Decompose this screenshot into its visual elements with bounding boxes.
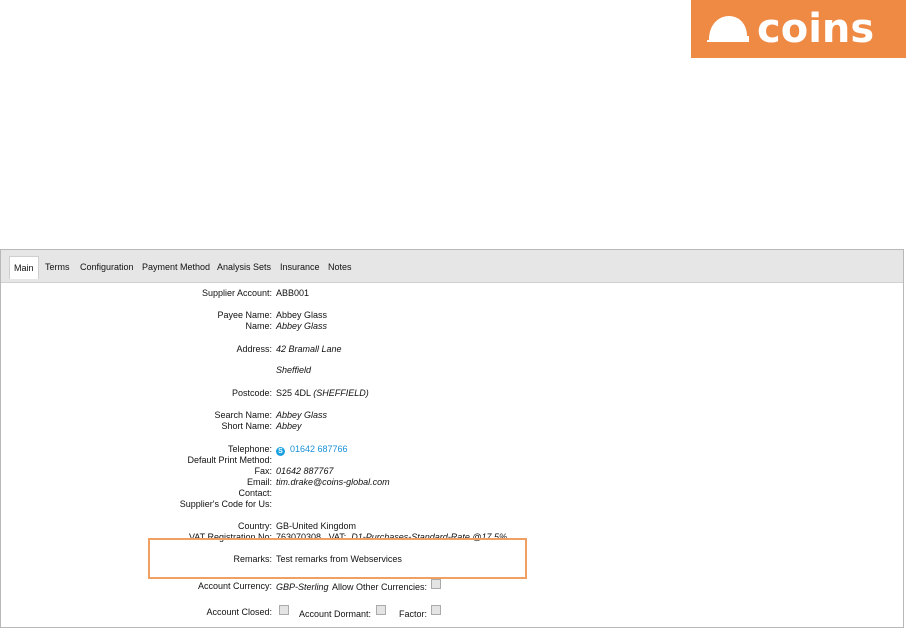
tab-main[interactable]: Main — [9, 256, 39, 279]
account-closed-label: Account Closed: — [206, 607, 272, 617]
account-currency-label: Account Currency: — [197, 581, 272, 591]
search-name-label: Search Name: — [214, 410, 272, 420]
tab-configuration[interactable]: Configuration — [76, 256, 138, 278]
supplier-account-value: ABB001 — [276, 288, 310, 298]
fax-label: Fax: — [254, 466, 272, 476]
logo-text: coins — [757, 6, 875, 52]
address-line1: 42 Bramall Lane — [276, 344, 342, 354]
country-value: GB-United Kingdom — [276, 521, 357, 531]
allow-other-currencies-checkbox[interactable] — [431, 579, 441, 589]
email-label: Email: — [246, 477, 272, 487]
address-line2: Sheffield — [276, 365, 312, 375]
name-label: Name: — [245, 321, 272, 331]
tab-notes[interactable]: Notes — [324, 256, 356, 278]
allow-other-currencies-label: Allow Other Currencies: — [332, 582, 428, 592]
supplier-account-label: Supplier Account: — [201, 288, 272, 298]
tab-insurance[interactable]: Insurance — [276, 256, 324, 278]
tab-analysis-sets[interactable]: Analysis Sets — [213, 256, 275, 278]
supplier-details-panel: Main Terms Configuration Payment Method … — [0, 249, 904, 628]
tab-bar: Main Terms Configuration Payment Method … — [1, 250, 903, 283]
fax-value: 01642 887767 — [276, 466, 334, 476]
tab-terms[interactable]: Terms — [41, 256, 74, 278]
account-dormant-checkbox[interactable] — [376, 605, 386, 615]
short-name-label: Short Name: — [221, 421, 272, 431]
coins-logo: coins — [691, 0, 906, 58]
payee-name-value: Abbey Glass — [276, 310, 328, 320]
account-dormant-label: Account Dormant: — [299, 609, 372, 619]
search-name-value: Abbey Glass — [276, 410, 328, 420]
payee-name-label: Payee Name: — [217, 310, 272, 320]
skype-icon[interactable]: S — [276, 447, 285, 456]
country-label: Country: — [237, 521, 272, 531]
suppliers-code-label: Supplier's Code for Us: — [179, 499, 272, 509]
postcode-label: Postcode: — [231, 388, 272, 398]
postcode-code: S25 4DL — [276, 388, 311, 398]
remarks-label: Remarks: — [233, 554, 272, 564]
remarks-value: Test remarks from Webservices — [276, 554, 402, 564]
hard-hat-icon — [707, 16, 749, 42]
email-value: tim.drake@coins-global.com — [276, 477, 390, 487]
postcode-value: S25 4DL (SHEFFIELD) — [276, 388, 369, 399]
short-name-value: Abbey — [276, 421, 302, 431]
telephone-label: Telephone: — [227, 444, 272, 454]
telephone-value[interactable]: S 01642 687766 — [276, 444, 348, 456]
tab-payment-method[interactable]: Payment Method — [138, 256, 214, 278]
address-label: Address: — [236, 344, 272, 354]
postcode-town: (SHEFFIELD) — [313, 388, 369, 398]
account-currency-value: GBP-Sterling — [276, 582, 329, 592]
account-closed-checkbox[interactable] — [279, 605, 289, 615]
telephone-link[interactable]: 01642 687766 — [290, 444, 348, 454]
default-print-method-label: Default Print Method: — [187, 455, 272, 465]
factor-checkbox[interactable] — [431, 605, 441, 615]
contact-label: Contact: — [238, 488, 272, 498]
factor-label: Factor: — [399, 609, 428, 619]
name-value: Abbey Glass — [276, 321, 328, 331]
